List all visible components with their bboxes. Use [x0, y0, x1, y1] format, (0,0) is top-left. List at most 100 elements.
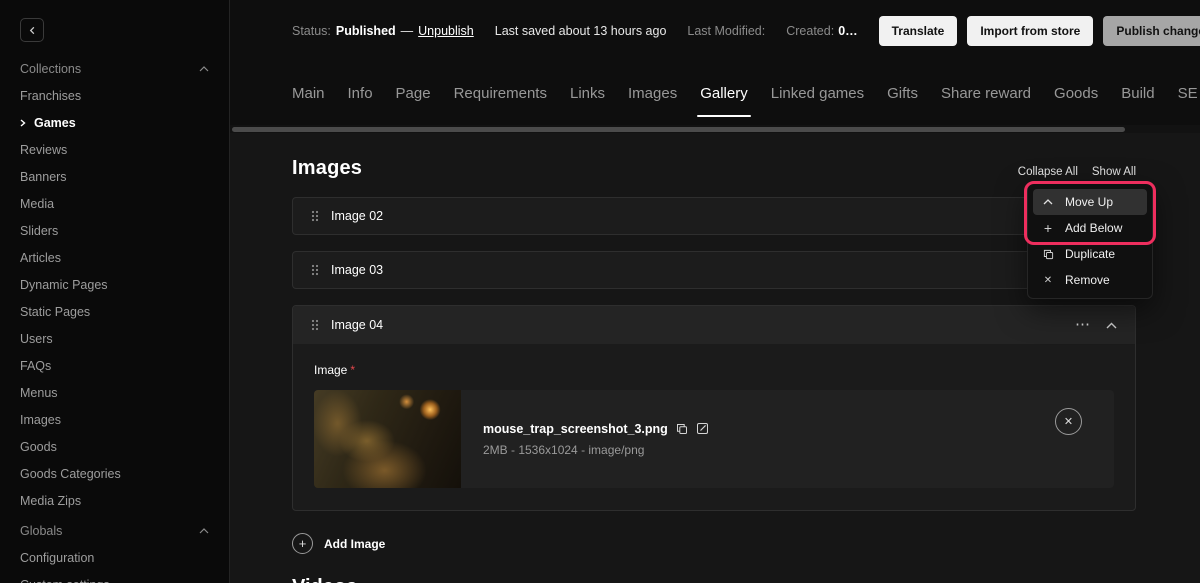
status-value: Published [336, 24, 396, 38]
chevron-up-icon [199, 528, 209, 534]
sidebar: Collections Franchises Games Reviews Ban… [0, 0, 230, 583]
remove-image-button[interactable]: ✕ [1055, 408, 1082, 435]
sidebar-item-games[interactable]: Games [0, 109, 229, 136]
horizontal-scrollbar-track[interactable] [230, 125, 1200, 133]
image-04-panel: Image 04 ⋯ Image* mouse_trap_screensh [292, 305, 1136, 511]
section-label: Collections [20, 62, 81, 76]
tab-links[interactable]: Links [570, 63, 605, 124]
chevron-up-icon [199, 66, 209, 72]
file-name: mouse_trap_screenshot_3.png [483, 422, 668, 436]
image-thumbnail[interactable] [314, 390, 461, 488]
section-label: Globals [20, 524, 62, 538]
status-label: Status: [292, 24, 331, 38]
status-group: Status: Published — Unpublish [292, 24, 474, 38]
menu-item-label: Duplicate [1065, 247, 1115, 261]
created-group: Created: 0… [786, 24, 857, 38]
last-saved-text: Last saved about 13 hours ago [495, 24, 667, 38]
sidebar-item-media-zips[interactable]: Media Zips [0, 487, 229, 514]
images-heading: Images [292, 157, 362, 180]
collapse-all-link[interactable]: Collapse All [1018, 166, 1078, 178]
sidebar-item-media[interactable]: Media [0, 190, 229, 217]
unpublish-link[interactable]: Unpublish [418, 24, 474, 38]
tab-build[interactable]: Build [1121, 63, 1154, 124]
back-button[interactable] [20, 18, 44, 42]
translate-button[interactable]: Translate [879, 16, 958, 46]
horizontal-scrollbar-thumb[interactable] [232, 127, 1125, 132]
sidebar-item-goods-categories[interactable]: Goods Categories [0, 460, 229, 487]
drag-handle-icon[interactable] [311, 264, 319, 276]
tab-requirements[interactable]: Requirements [454, 63, 547, 124]
sidebar-item-sliders[interactable]: Sliders [0, 217, 229, 244]
edit-icon[interactable] [696, 422, 709, 435]
accordion-label: Image 03 [331, 263, 383, 277]
top-bar: Status: Published — Unpublish Last saved… [230, 0, 1200, 61]
last-modified-label: Last Modified: [687, 24, 765, 38]
drag-handle-icon[interactable] [311, 319, 319, 331]
plus-icon: + [1041, 220, 1055, 236]
required-marker: * [350, 363, 355, 377]
show-all-link[interactable]: Show All [1092, 166, 1136, 178]
sidebar-item-goods[interactable]: Goods [0, 433, 229, 460]
close-icon: ✕ [1041, 275, 1055, 286]
chevron-up-icon [1041, 199, 1055, 205]
menu-item-add-below[interactable]: + Add Below [1033, 215, 1147, 241]
row-options-icon[interactable]: ⋯ [1075, 320, 1090, 330]
collapse-row-icon[interactable] [1106, 322, 1117, 329]
accordion-label: Image 04 [331, 318, 383, 332]
add-image-button[interactable]: + Add Image [292, 533, 1136, 554]
publish-changes-button[interactable]: Publish changes [1103, 16, 1200, 46]
sidebar-section-globals[interactable]: Globals [0, 518, 229, 544]
menu-item-label: Remove [1065, 273, 1110, 287]
import-from-store-button[interactable]: Import from store [967, 16, 1093, 46]
sidebar-item-faqs[interactable]: FAQs [0, 352, 229, 379]
sidebar-item-reviews[interactable]: Reviews [0, 136, 229, 163]
image-04-row[interactable]: Image 04 ⋯ [293, 306, 1135, 344]
videos-heading: Videos [292, 576, 1136, 583]
menu-item-duplicate[interactable]: Duplicate [1033, 241, 1147, 267]
chevron-right-icon [20, 119, 26, 127]
sidebar-item-users[interactable]: Users [0, 325, 229, 352]
row-context-menu: Move Up + Add Below Duplicate ✕ Remove [1027, 183, 1153, 299]
created-value: 0… [838, 24, 857, 38]
media-card: mouse_trap_screenshot_3.png 2MB - 1536x1… [314, 390, 1114, 488]
tab-page[interactable]: Page [396, 63, 431, 124]
sidebar-item-articles[interactable]: Articles [0, 244, 229, 271]
sidebar-item-menus[interactable]: Menus [0, 379, 229, 406]
tab-goods[interactable]: Goods [1054, 63, 1098, 124]
status-separator: — [401, 24, 414, 38]
tab-share-reward[interactable]: Share reward [941, 63, 1031, 124]
tab-bar: Main Info Page Requirements Links Images… [230, 61, 1200, 125]
sidebar-item-images[interactable]: Images [0, 406, 229, 433]
add-image-label: Add Image [324, 537, 385, 551]
chevron-left-icon [28, 26, 37, 35]
sidebar-item-franchises[interactable]: Franchises [0, 82, 229, 109]
close-icon: ✕ [1064, 415, 1073, 428]
sidebar-section-collections[interactable]: Collections [0, 56, 229, 82]
menu-item-move-up[interactable]: Move Up [1033, 189, 1147, 215]
duplicate-icon [1041, 249, 1055, 260]
image-03-row[interactable]: Image 03 [292, 251, 1136, 289]
sidebar-item-dynamic-pages[interactable]: Dynamic Pages [0, 271, 229, 298]
image-field-label: Image* [314, 363, 1114, 377]
tab-gifts[interactable]: Gifts [887, 63, 918, 124]
plus-circle-icon: + [292, 533, 313, 554]
tab-images[interactable]: Images [628, 63, 677, 124]
sidebar-item-banners[interactable]: Banners [0, 163, 229, 190]
file-meta: 2MB - 1536x1024 - image/png [483, 443, 709, 457]
accordion-label: Image 02 [331, 209, 383, 223]
tab-main[interactable]: Main [292, 63, 325, 124]
copy-icon[interactable] [676, 423, 688, 435]
tab-gallery[interactable]: Gallery [700, 63, 748, 124]
header-actions: Translate Import from store Publish chan… [879, 16, 1200, 46]
menu-item-label: Add Below [1065, 221, 1122, 235]
image-02-row[interactable]: Image 02 [292, 197, 1136, 235]
tab-se-truncated[interactable]: SE [1178, 63, 1198, 124]
drag-handle-icon[interactable] [311, 210, 319, 222]
sidebar-item-configuration[interactable]: Configuration [0, 544, 229, 571]
sidebar-item-custom-settings[interactable]: Custom settings [0, 571, 229, 583]
tab-info[interactable]: Info [348, 63, 373, 124]
menu-item-remove[interactable]: ✕ Remove [1033, 267, 1147, 293]
sidebar-item-static-pages[interactable]: Static Pages [0, 298, 229, 325]
tab-linked-games[interactable]: Linked games [771, 63, 864, 124]
created-label: Created: [786, 24, 834, 38]
